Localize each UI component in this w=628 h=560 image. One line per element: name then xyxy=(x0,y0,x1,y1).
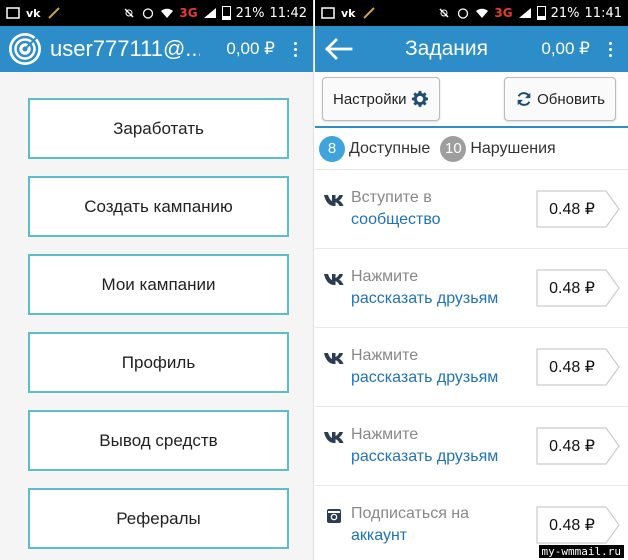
earn-button[interactable]: Заработать xyxy=(28,98,289,159)
task-text: Нажмите рассказать друзьям xyxy=(351,424,536,468)
tab-available[interactable]: 8 Доступные xyxy=(319,135,431,162)
target-logo-icon[interactable] xyxy=(8,32,42,66)
broom-icon xyxy=(47,7,60,19)
task-price: 0.48 ₽ xyxy=(549,201,595,218)
task-text: Нажмите рассказать друзьям xyxy=(351,266,536,310)
mute-icon xyxy=(439,8,449,18)
tab-violations[interactable]: 10 Нарушения xyxy=(440,135,556,162)
status-time: 11:41 xyxy=(584,5,622,21)
app-bar: Задания 0,00 ₽ xyxy=(315,26,628,72)
wifi-icon xyxy=(161,8,174,18)
task-price: 0.48 ₽ xyxy=(549,280,595,297)
battery-percent: 21% xyxy=(550,5,580,21)
price-tag[interactable]: 0.48 ₽ xyxy=(536,427,620,465)
refresh-button[interactable]: Обновить xyxy=(504,77,616,121)
vk-icon xyxy=(324,195,344,206)
mute-icon xyxy=(124,8,134,18)
task-price: 0.48 ₽ xyxy=(549,438,595,455)
withdraw-button[interactable]: Вывод средств xyxy=(28,410,289,471)
signal-icon xyxy=(518,8,531,18)
price-tag[interactable]: 0.48 ₽ xyxy=(536,269,620,307)
available-count-badge: 8 xyxy=(319,135,345,162)
referrals-button[interactable]: Рефералы xyxy=(28,488,289,549)
create-campaign-button[interactable]: Создать кампанию xyxy=(28,176,289,237)
task-action: Нажмите xyxy=(351,347,419,364)
task-action: Вступите в xyxy=(351,189,432,206)
balance: 0,00 ₽ xyxy=(226,39,275,58)
task-price: 0.48 ₽ xyxy=(549,517,595,534)
status-bar: vk 3G 21% 11:41 xyxy=(315,0,628,26)
task-text: Нажмите рассказать друзьям xyxy=(351,345,536,389)
overflow-menu-icon[interactable] xyxy=(285,41,305,57)
task-action: Нажмите xyxy=(351,426,419,443)
broom-icon xyxy=(362,7,375,19)
alarm-icon xyxy=(458,8,469,19)
task-target-link[interactable]: рассказать друзьям xyxy=(351,446,536,468)
alarm-icon xyxy=(143,8,154,19)
battery-percent: 21% xyxy=(235,5,265,21)
wifi-icon xyxy=(476,8,489,18)
my-campaigns-button[interactable]: Мои кампании xyxy=(28,254,289,315)
task-target-link[interactable]: аккаунт xyxy=(351,525,536,547)
refresh-label: Обновить xyxy=(537,90,605,108)
page-title: Задания xyxy=(405,37,488,60)
settings-label: Настройки xyxy=(333,90,407,108)
task-row[interactable]: Нажмите рассказать друзьям 0.48 ₽ xyxy=(315,328,628,407)
network-indicator: 3G xyxy=(494,6,513,20)
task-target-link[interactable]: рассказать друзьям xyxy=(351,367,536,389)
profile-button[interactable]: Профиль xyxy=(28,332,289,393)
balance: 0,00 ₽ xyxy=(541,39,590,58)
tab-violations-label: Нарушения xyxy=(470,139,556,157)
battery-icon xyxy=(536,6,546,20)
task-action: Подписаться на xyxy=(351,505,470,522)
signal-icon xyxy=(203,8,216,18)
price-tag[interactable]: 0.48 ₽ xyxy=(536,190,620,228)
gear-icon xyxy=(411,90,428,107)
main-menu: Заработать Создать кампанию Мои кампании Пр… xyxy=(0,72,313,549)
task-row[interactable]: Нажмите рассказать друзьям 0.48 ₽ xyxy=(315,407,628,486)
settings-button[interactable]: Настройки xyxy=(322,77,440,121)
task-text: Вступите в сообщество xyxy=(351,187,536,231)
overflow-menu-icon[interactable] xyxy=(600,41,620,57)
right-screen: vk 3G 21% 11:41 Задания 0,00 ₽ Настройки xyxy=(315,0,628,560)
vk-icon xyxy=(324,274,344,285)
task-list: Вступите в сообщество 0.48 ₽ Нажмите рассказ… xyxy=(315,170,628,560)
task-text: Подписаться на аккаунт xyxy=(351,503,536,547)
vk-status-icon: vk xyxy=(341,6,356,20)
battery-icon xyxy=(221,6,231,20)
refresh-icon xyxy=(517,92,531,106)
instagram-icon xyxy=(327,509,341,523)
status-time: 11:42 xyxy=(269,5,307,21)
left-screen: vk 3G 21% 11:42 user777111@... 0,00 ₽ За… xyxy=(0,0,314,560)
price-tag[interactable]: 0.48 ₽ xyxy=(536,506,620,544)
network-indicator: 3G xyxy=(179,6,198,20)
app-bar: user777111@... 0,00 ₽ xyxy=(0,26,313,72)
task-row[interactable]: Вступите в сообщество 0.48 ₽ xyxy=(315,170,628,249)
tabs: 8 Доступные 10 Нарушения xyxy=(315,126,628,170)
status-bar: vk 3G 21% 11:42 xyxy=(0,0,313,26)
gallery-icon xyxy=(6,7,20,19)
back-arrow-icon[interactable] xyxy=(323,37,353,61)
watermark: my-wmmail.ru xyxy=(538,545,624,558)
task-price: 0.48 ₽ xyxy=(549,359,595,376)
task-target-link[interactable]: сообщество xyxy=(351,209,536,231)
vk-status-icon: vk xyxy=(26,6,41,20)
username-title: user777111@... xyxy=(50,36,200,61)
task-row[interactable]: Нажмите рассказать друзьям 0.48 ₽ xyxy=(315,249,628,328)
vk-icon xyxy=(324,432,344,443)
toolbar: Настройки Обновить xyxy=(315,72,628,126)
vk-icon xyxy=(324,353,344,364)
gallery-icon xyxy=(321,7,335,19)
task-target-link[interactable]: рассказать друзьям xyxy=(351,288,536,310)
task-action: Нажмите xyxy=(351,268,419,285)
price-tag[interactable]: 0.48 ₽ xyxy=(536,348,620,386)
tab-available-label: Доступные xyxy=(349,139,431,157)
violations-count-badge: 10 xyxy=(440,135,467,162)
